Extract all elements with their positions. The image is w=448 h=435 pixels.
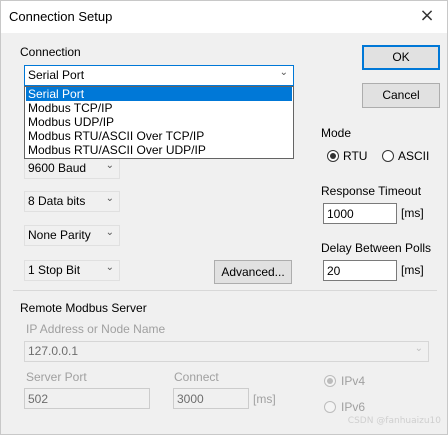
mode-rtu-radio[interactable] [327,150,339,162]
ipv6-label: IPv6 [341,400,366,414]
close-icon[interactable]: × [407,1,447,33]
dropdown-option-rtu-over-udp[interactable]: Modbus RTU/ASCII Over UDP/IP [26,143,292,157]
title-bar: Connection Setup × [1,1,447,33]
dropdown-option-udp-ip[interactable]: Modbus UDP/IP [26,115,292,129]
connection-setup-dialog: Connection Setup × Connection Serial Por… [0,0,448,435]
delay-between-polls-value: 20 [327,264,341,278]
ipv4-label: IPv4 [341,374,366,388]
connection-group-label: Connection [20,45,81,59]
response-timeout-unit: [ms] [401,206,424,220]
connect-timeout-unit: [ms] [253,392,276,406]
chevron-down-icon: ⌄ [414,343,423,354]
section-divider [13,290,437,291]
stop-bits-value: 1 Stop Bit [28,263,81,277]
parity-value: None Parity [28,228,91,242]
ok-button[interactable]: OK [362,45,440,70]
connect-timeout-label: Connect [174,370,219,384]
mode-rtu-label: RTU [343,149,368,163]
connection-type-select[interactable]: Serial Port ⌄ [24,65,294,86]
server-port-value: 502 [28,392,49,406]
baud-rate-select[interactable]: 9600 Baud ⌄ [24,158,120,179]
ipv4-radio[interactable] [324,375,336,387]
response-timeout-label: Response Timeout [321,184,422,198]
parity-select[interactable]: None Parity ⌄ [24,225,120,246]
connection-type-value: Serial Port [28,68,85,82]
ip-address-label: IP Address or Node Name [26,322,166,336]
data-bits-select[interactable]: 8 Data bits ⌄ [24,191,120,212]
connect-timeout-input[interactable]: 3000 [173,388,249,409]
connection-type-dropdown: Serial Port Modbus TCP/IP Modbus UDP/IP … [24,86,294,159]
ipv6-radio[interactable] [324,401,336,413]
delay-between-polls-label: Delay Between Polls [321,241,432,255]
chevron-down-icon: ⌄ [105,227,114,238]
watermark: CSDN @fanhuaizu10 [347,416,441,426]
mode-ascii-label: ASCII [398,149,430,163]
server-port-input[interactable]: 502 [24,388,150,409]
chevron-down-icon: ⌄ [105,262,114,273]
window-title: Connection Setup [9,9,113,24]
baud-rate-value: 9600 Baud [28,161,87,175]
cancel-button[interactable]: Cancel [362,83,440,108]
chevron-down-icon: ⌄ [105,160,114,171]
response-timeout-input[interactable]: 1000 [323,203,397,224]
data-bits-value: 8 Data bits [28,194,86,208]
advanced-button[interactable]: Advanced... [214,260,292,284]
server-port-label: Server Port [26,370,87,384]
ip-address-select[interactable]: 127.0.0.1 ⌄ [24,341,429,362]
stop-bits-select[interactable]: 1 Stop Bit ⌄ [24,260,120,281]
dropdown-option-rtu-over-tcp[interactable]: Modbus RTU/ASCII Over TCP/IP [26,129,292,143]
delay-between-polls-unit: [ms] [401,263,424,277]
dropdown-option-serial-port[interactable]: Serial Port [26,87,292,101]
connect-timeout-value: 3000 [177,392,204,406]
chevron-down-icon: ⌄ [105,193,114,204]
remote-server-group-label: Remote Modbus Server [20,301,147,315]
mode-ascii-radio[interactable] [382,150,394,162]
delay-between-polls-input[interactable]: 20 [323,260,397,281]
dropdown-option-tcp-ip[interactable]: Modbus TCP/IP [26,101,292,115]
response-timeout-value: 1000 [327,207,354,221]
mode-label: Mode [321,126,352,140]
ip-address-value: 127.0.0.1 [28,344,79,358]
chevron-down-icon: ⌄ [279,67,288,78]
